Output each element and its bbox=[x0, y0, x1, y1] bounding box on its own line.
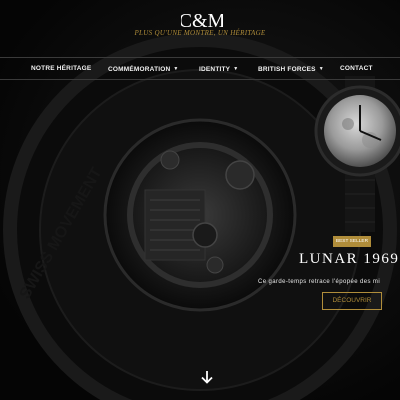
nav-item-british-forces[interactable]: BRITISH FORCES ▼ bbox=[258, 58, 324, 80]
chevron-down-icon: ▼ bbox=[173, 66, 179, 72]
brand-tagline: PLUS QU'UNE MONTRE, UN HÉRITAGE bbox=[134, 29, 266, 37]
site-header: C&M PLUS QU'UNE MONTRE, UN HÉRITAGE NOTR… bbox=[0, 0, 400, 80]
nav-label: IDENTITY bbox=[199, 66, 231, 73]
nav-label: COMMÉMORATION bbox=[108, 66, 171, 73]
nav-item-commemoration[interactable]: COMMÉMORATION ▼ bbox=[108, 58, 179, 80]
nav-divider-bottom bbox=[0, 79, 400, 80]
nav-label: BRITISH FORCES bbox=[258, 66, 316, 73]
best-seller-badge: BEST SELLER bbox=[333, 236, 371, 247]
chevron-down-icon: ▼ bbox=[318, 66, 324, 72]
main-nav: NOTRE HÉRITAGE COMMÉMORATION ▼ IDENTITY ▼ … bbox=[0, 58, 400, 80]
product-title: LUNAR 1969 bbox=[299, 251, 400, 267]
arrow-down-icon[interactable] bbox=[199, 370, 215, 384]
chevron-down-icon: ▼ bbox=[233, 66, 239, 72]
product-description: Ce garde-temps retrace l'épopée des mi bbox=[258, 279, 381, 285]
nav-label: CONTACT bbox=[340, 65, 373, 72]
nav-item-identity[interactable]: IDENTITY ▼ bbox=[199, 58, 238, 80]
discover-button[interactable]: DÉCOUVRIR bbox=[322, 292, 382, 310]
nav-label: NOTRE HÉRITAGE bbox=[31, 65, 92, 72]
nav-item-contact[interactable]: CONTACT bbox=[340, 58, 373, 80]
nav-item-notre-heritage[interactable]: NOTRE HÉRITAGE bbox=[31, 58, 91, 80]
